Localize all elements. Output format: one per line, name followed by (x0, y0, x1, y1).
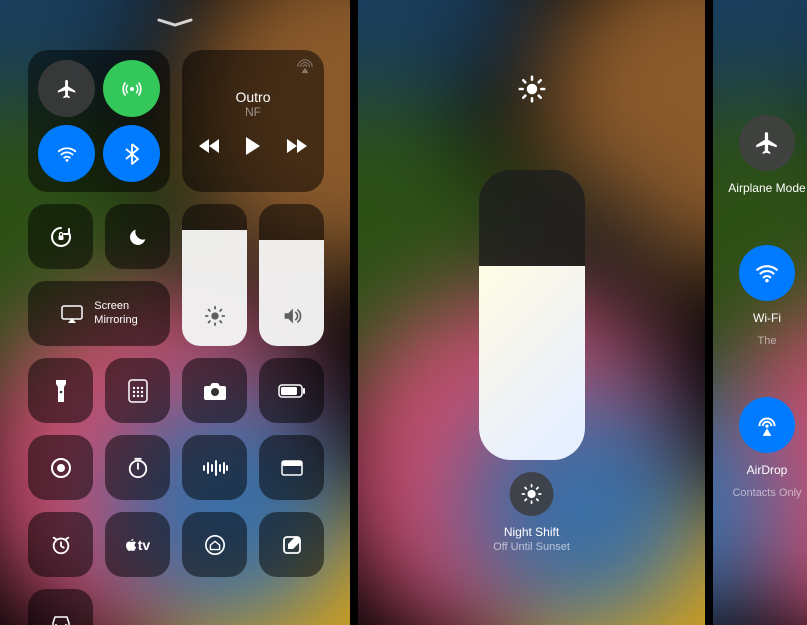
record-icon (49, 456, 73, 480)
airdrop-status: Contacts Only (732, 487, 801, 499)
alarm-button[interactable] (28, 512, 93, 577)
calculator-button[interactable] (105, 358, 170, 423)
wifi-icon (56, 143, 78, 165)
chevron-down-icon[interactable] (157, 15, 193, 33)
wifi-label: Wi-Fi (753, 311, 781, 325)
wifi-button[interactable]: Wi-Fi The (739, 245, 795, 347)
brightness-icon (518, 75, 546, 108)
low-power-mode-toggle[interactable] (259, 358, 324, 423)
orientation-lock-toggle[interactable] (28, 204, 93, 269)
home-icon (204, 534, 226, 556)
car-icon (49, 614, 73, 625)
screen-record-button[interactable] (28, 435, 93, 500)
volume-slider[interactable] (259, 204, 324, 346)
airplane-icon (56, 78, 78, 100)
next-track-button[interactable] (287, 139, 307, 158)
camera-button[interactable] (182, 358, 247, 423)
cellular-icon (121, 78, 143, 100)
brightness-slider[interactable] (182, 204, 247, 346)
voice-memo-button[interactable] (182, 435, 247, 500)
apple-tv-remote-button[interactable]: tv (105, 512, 170, 577)
airplane-mode-button[interactable]: Airplane Mode (728, 115, 805, 195)
home-button[interactable] (182, 512, 247, 577)
connectivity-tile[interactable] (28, 50, 170, 192)
airplane-mode-label: Airplane Mode (728, 181, 805, 195)
airplane-icon (739, 115, 795, 171)
media-tile[interactable]: Outro NF (182, 50, 324, 192)
battery-icon (278, 384, 306, 398)
wifi-network-name: The (758, 335, 777, 347)
previous-track-button[interactable] (199, 139, 219, 158)
calculator-icon (128, 379, 148, 403)
airplane-mode-toggle[interactable] (38, 60, 95, 117)
flashlight-icon (54, 379, 68, 403)
lock-rotation-icon (49, 225, 73, 249)
timer-icon (127, 457, 149, 479)
timer-button[interactable] (105, 435, 170, 500)
brightness-icon (204, 305, 226, 332)
night-shift-button[interactable]: Night Shift Off Until Sunset (493, 472, 570, 555)
connectivity-expanded-panel: Airplane Mode Wi-Fi The AirDrop Contacts… (713, 0, 807, 625)
wallet-icon (280, 459, 304, 477)
night-shift-status: Off Until Sunset (493, 540, 570, 555)
do-not-disturb-toggle[interactable] (105, 204, 170, 269)
screen-mirroring-button[interactable]: Screen Mirroring (28, 281, 170, 346)
alarm-icon (50, 534, 72, 556)
compose-icon (282, 535, 302, 555)
brightness-slider-large[interactable] (479, 170, 585, 460)
play-button[interactable] (245, 137, 261, 160)
notes-button[interactable] (259, 512, 324, 577)
airdrop-icon (739, 397, 795, 453)
bluetooth-toggle[interactable] (103, 125, 160, 182)
flashlight-button[interactable] (28, 358, 93, 423)
screen-mirroring-label: Screen Mirroring (94, 300, 137, 326)
apple-tv-icon: tv (125, 537, 150, 553)
night-shift-icon (510, 472, 554, 516)
airdrop-label: AirDrop (747, 463, 788, 477)
carplay-button[interactable] (28, 589, 93, 625)
wifi-icon (739, 245, 795, 301)
control-center-panel: Outro NF (0, 0, 350, 625)
airdrop-button[interactable]: AirDrop Contacts Only (732, 397, 801, 499)
camera-icon (203, 381, 227, 401)
media-artist: NF (245, 105, 261, 119)
cellular-data-toggle[interactable] (103, 60, 160, 117)
wallet-button[interactable] (259, 435, 324, 500)
brightness-expanded-panel: Night Shift Off Until Sunset (358, 0, 705, 625)
media-track-title: Outro (235, 89, 270, 105)
moon-icon (127, 226, 149, 248)
volume-icon (281, 305, 303, 332)
bluetooth-icon (124, 143, 140, 165)
screen-mirroring-icon (60, 304, 84, 324)
waveform-icon (202, 459, 228, 477)
airplay-icon (296, 58, 314, 79)
wifi-toggle[interactable] (38, 125, 95, 182)
night-shift-label: Night Shift (493, 524, 570, 540)
